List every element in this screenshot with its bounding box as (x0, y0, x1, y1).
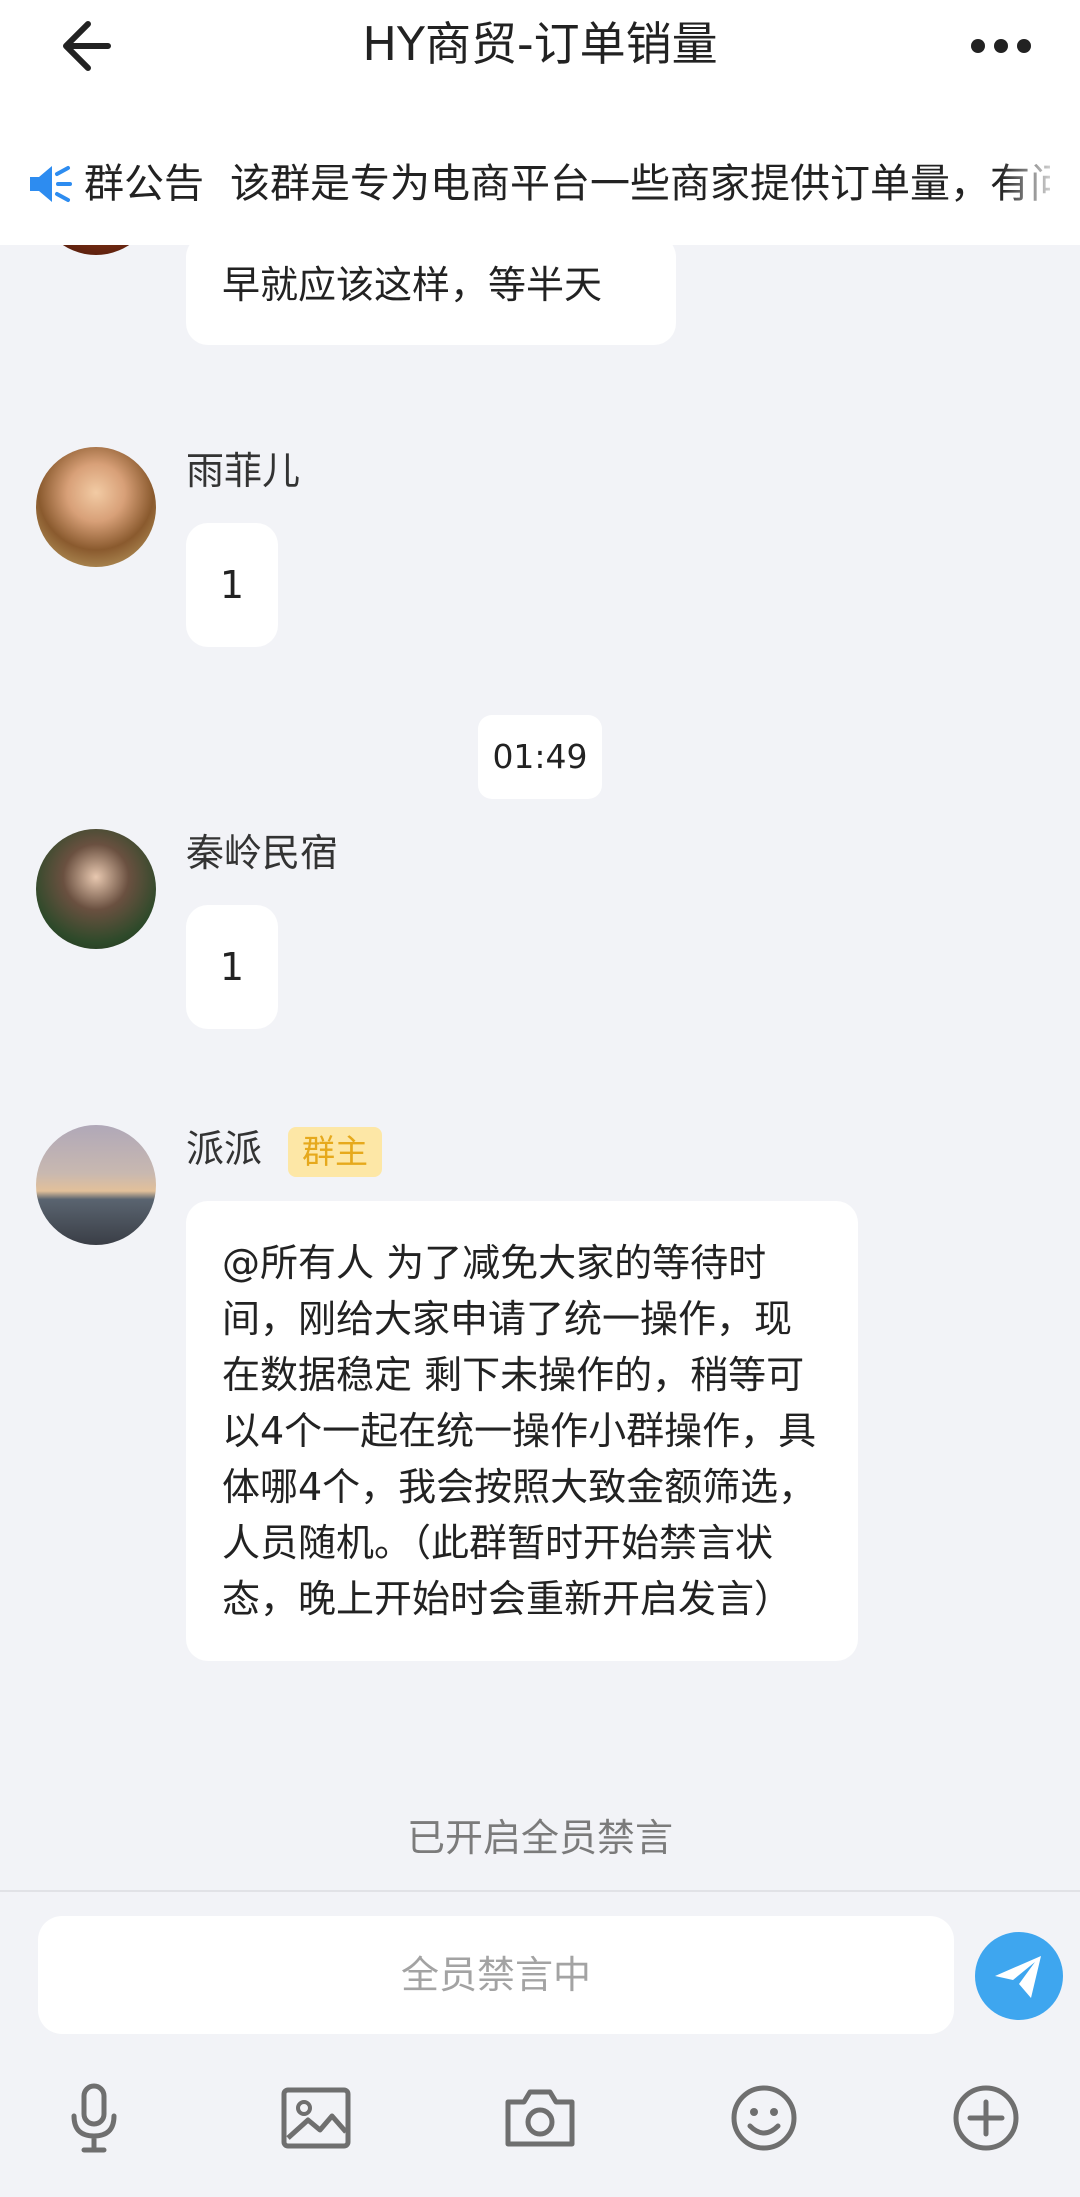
message-list[interactable]: 早就应该这样，等半天 雨菲儿 1 01:49 秦岭民宿 1 派派 群主 @所有人… (0, 245, 1080, 1885)
owner-badge: 群主 (288, 1127, 382, 1177)
avatar[interactable] (36, 447, 156, 567)
image-button[interactable] (276, 2078, 356, 2158)
avatar[interactable] (36, 245, 156, 255)
timestamp: 01:49 (478, 715, 602, 799)
avatar[interactable] (36, 829, 156, 949)
notice-text: 该群是专为电商平台一些商家提供订单量，有问 (230, 161, 1050, 207)
message-text: 1 (219, 945, 245, 989)
message-bubble[interactable]: 早就应该这样，等半天 (186, 245, 676, 345)
speaker-icon (30, 166, 72, 202)
input-divider (0, 1890, 1080, 1892)
notice-fade (1000, 148, 1080, 228)
more-button[interactable] (968, 24, 1034, 68)
camera-icon (505, 2089, 575, 2147)
message-text: 1 (219, 563, 245, 607)
more-dots-icon (971, 39, 1031, 53)
avatar[interactable] (36, 1125, 156, 1245)
sender-name: 秦岭民宿 (186, 831, 339, 875)
emoji-icon (731, 2085, 797, 2151)
notice-label: 群公告 (84, 161, 204, 207)
emoji-button[interactable] (724, 2078, 804, 2158)
message-bubble[interactable]: @所有人 为了减免大家的等待时间，刚给大家申请了统一操作，现在数据稳定 剩下未操… (186, 1201, 858, 1661)
message-input[interactable]: 全员禁言中 (38, 1916, 954, 2034)
sender-name: 派派 (186, 1127, 263, 1171)
system-note: 已开启全员禁言 (406, 1816, 673, 1860)
top-bar: HY商贸-订单销量 群公告 该群是专为电商平台一些商家提供订单量，有问 (0, 0, 1080, 245)
more-actions-button[interactable] (946, 2078, 1026, 2158)
sender-name: 雨菲儿 (186, 449, 301, 493)
paper-plane-icon (995, 1956, 1041, 1998)
image-icon (281, 2087, 351, 2149)
message-text: @所有人 为了减免大家的等待时间，刚给大家申请了统一操作，现在数据稳定 剩下未操… (222, 1241, 817, 1621)
chat-title: HY商贸-订单销量 (362, 17, 718, 71)
plus-circle-icon (953, 2085, 1019, 2151)
microphone-icon (71, 2083, 117, 2153)
message-text: 早就应该这样，等半天 (222, 263, 603, 307)
message-bubble[interactable]: 1 (186, 523, 278, 647)
message-bubble[interactable]: 1 (186, 905, 278, 1029)
send-button[interactable] (975, 1932, 1063, 2020)
input-toolbar (0, 2070, 1080, 2180)
group-notice-bar[interactable]: 群公告 该群是专为电商平台一些商家提供订单量，有问 (0, 148, 1080, 228)
voice-button[interactable] (54, 2078, 134, 2158)
camera-button[interactable] (500, 2078, 580, 2158)
